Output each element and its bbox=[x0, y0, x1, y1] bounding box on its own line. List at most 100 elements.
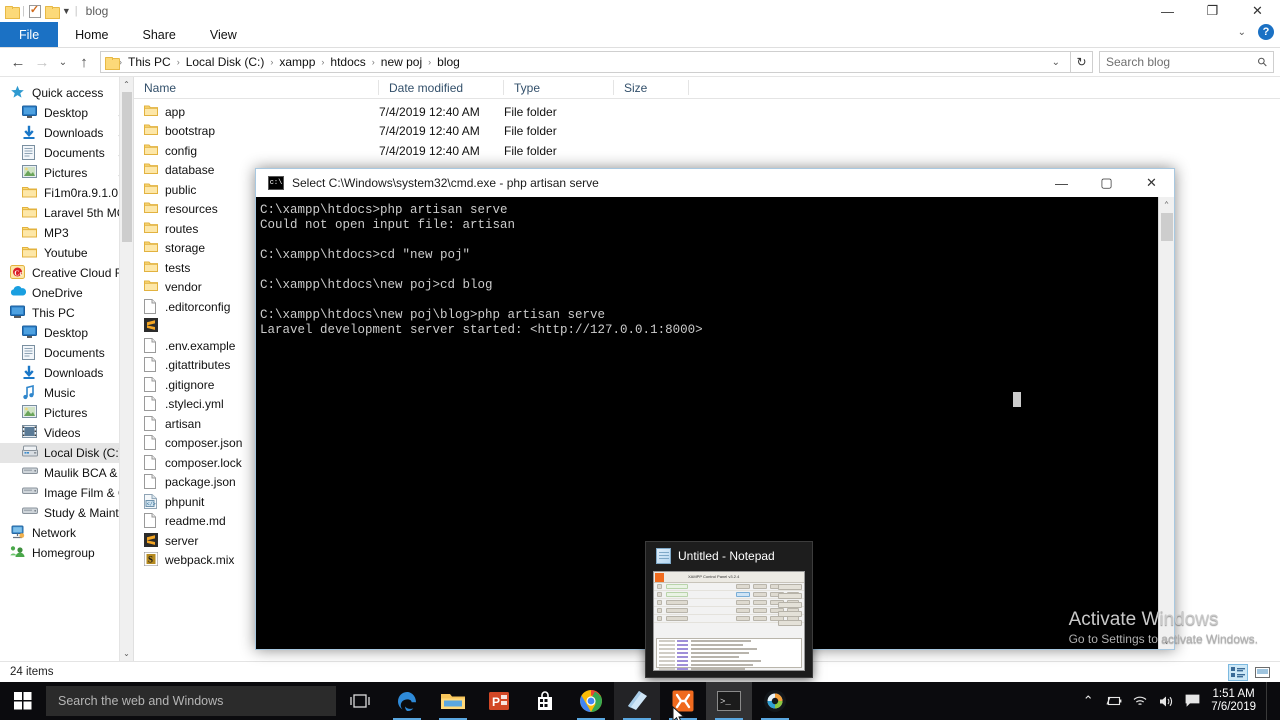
forward-button[interactable]: → bbox=[30, 50, 54, 74]
sidebar-item-image-film-ot[interactable]: Image Film & Ot bbox=[0, 483, 133, 503]
up-button[interactable]: ↑ bbox=[72, 50, 96, 74]
breadcrumb-item-new-poj[interactable]: new poj bbox=[376, 55, 427, 69]
column-header-name[interactable]: Name ⌃ bbox=[134, 77, 379, 99]
sidebar-item-downloads[interactable]: Downloads bbox=[0, 363, 133, 383]
cmd-minimize-button[interactable]: — bbox=[1039, 169, 1084, 197]
taskbar-item-notepad[interactable] bbox=[614, 682, 660, 720]
tab-file[interactable]: File bbox=[0, 22, 59, 47]
xampp-thumb-checkbox bbox=[657, 608, 662, 613]
volume-icon[interactable] bbox=[1153, 682, 1179, 720]
breadcrumb-item-this-pc[interactable]: This PC bbox=[123, 55, 176, 69]
xampp-thumb-action-button bbox=[753, 592, 767, 597]
taskbar-item-chrome[interactable] bbox=[568, 682, 614, 720]
folder-icon bbox=[144, 260, 158, 276]
xampp-thumb-action-button bbox=[736, 592, 750, 597]
sidebar-item-documents[interactable]: Documents⚲ bbox=[0, 143, 133, 163]
restore-button[interactable]: ❐ bbox=[1190, 0, 1235, 22]
taskbar-item-file-explorer[interactable] bbox=[430, 682, 476, 720]
back-button[interactable]: ← bbox=[6, 50, 30, 74]
sidebar-item-homegroup[interactable]: Homegroup bbox=[0, 543, 133, 563]
sidebar-item-music[interactable]: Music bbox=[0, 383, 133, 403]
properties-icon[interactable] bbox=[28, 3, 41, 18]
cmd-scroll-up-icon[interactable]: ⌃ bbox=[1159, 197, 1174, 213]
taskbar-item-command-prompt[interactable]: >_ bbox=[706, 682, 752, 720]
breadcrumb-item-htdocs[interactable]: htdocs bbox=[325, 55, 370, 69]
taskbar-item-store[interactable] bbox=[522, 682, 568, 720]
cmd-scroll-down-icon[interactable]: ⌄ bbox=[1159, 633, 1174, 649]
action-center-icon[interactable] bbox=[1179, 682, 1205, 720]
sidebar-item-downloads[interactable]: Downloads⚲ bbox=[0, 123, 133, 143]
cmd-scrollbar[interactable]: ⌃ ⌄ bbox=[1158, 197, 1174, 649]
sidebar-item-network[interactable]: Network bbox=[0, 523, 133, 543]
clock[interactable]: 1:51 AM 7/6/2019 bbox=[1205, 688, 1266, 714]
sidebar-item-creative-cloud-fil[interactable]: Cc Creative Cloud Fil bbox=[0, 263, 133, 283]
column-header-date[interactable]: Date modified bbox=[379, 77, 504, 99]
search-input[interactable]: Search blog ⚲ bbox=[1099, 51, 1274, 73]
breadcrumb-item-local-disk[interactable]: Local Disk (C:) bbox=[181, 55, 270, 69]
sidebar-item-youtube[interactable]: Youtube bbox=[0, 243, 133, 263]
start-icon[interactable] bbox=[0, 682, 46, 720]
wifi-icon[interactable] bbox=[1127, 682, 1153, 720]
recent-locations-icon[interactable]: ⌄ bbox=[54, 50, 72, 74]
cmd-maximize-button[interactable]: ▢ bbox=[1084, 169, 1129, 197]
tab-share[interactable]: Share bbox=[126, 22, 193, 47]
close-button[interactable]: ✕ bbox=[1235, 0, 1280, 22]
sidebar-item-label: Homegroup bbox=[32, 546, 95, 560]
file-icon bbox=[144, 435, 158, 451]
search-placeholder: Search blog bbox=[1106, 55, 1171, 69]
taskbar-item-xampp[interactable] bbox=[660, 682, 706, 720]
cmd-close-button[interactable]: ✕ bbox=[1129, 169, 1174, 197]
task-view-icon[interactable] bbox=[336, 682, 384, 720]
cmd-window-title: Select C:\Windows\system32\cmd.exe - php… bbox=[292, 176, 599, 190]
tab-home[interactable]: Home bbox=[58, 22, 125, 47]
sidebar-item-pictures[interactable]: Pictures⚲ bbox=[0, 163, 133, 183]
column-header-size[interactable]: Size bbox=[614, 77, 689, 99]
tray-chevron-up-icon[interactable]: ⌃ bbox=[1075, 682, 1101, 720]
sidebar-item-mp3[interactable]: MP3 bbox=[0, 223, 133, 243]
battery-icon[interactable] bbox=[1101, 682, 1127, 720]
taskbar-item-camtasia[interactable] bbox=[752, 682, 798, 720]
breadcrumb[interactable]: › This PC › Local Disk (C:) › xampp › ht… bbox=[100, 51, 1071, 73]
details-view-icon[interactable] bbox=[1228, 664, 1248, 681]
taskbar-thumbnail-preview[interactable]: Untitled - Notepad XAMPP Control Panel v… bbox=[645, 541, 813, 678]
taskbar-search-input[interactable]: Search the web and Windows bbox=[46, 686, 336, 716]
sidebar-item-fi1m0ra-9-1-0-11[interactable]: Fi1m0ra.9.1.0.11| bbox=[0, 183, 133, 203]
sidebar-item-videos[interactable]: Videos bbox=[0, 423, 133, 443]
chevron-down-icon[interactable]: ⌄ bbox=[1238, 27, 1246, 38]
nav-scroll-down-icon[interactable]: ⌄ bbox=[120, 646, 133, 661]
nav-scroll-up-icon[interactable]: ⌃ bbox=[120, 77, 133, 92]
nav-scroll-thumb[interactable] bbox=[122, 92, 132, 242]
breadcrumb-item-blog[interactable]: blog bbox=[432, 55, 465, 69]
table-row[interactable]: app 7/4/2019 12:40 AM File folder bbox=[134, 102, 1280, 122]
sidebar-item-this-pc[interactable]: This PC bbox=[0, 303, 133, 323]
sidebar-item-study-maintai[interactable]: Study & Maintai bbox=[0, 503, 133, 523]
sidebar-item-quick-access[interactable]: Quick access bbox=[0, 83, 133, 103]
refresh-button[interactable]: ↻ bbox=[1071, 51, 1093, 73]
new-folder-icon[interactable] bbox=[44, 5, 60, 19]
sidebar-item-laravel-5th-mca[interactable]: Laravel 5th MCA bbox=[0, 203, 133, 223]
show-desktop-button[interactable] bbox=[1266, 682, 1272, 720]
table-row[interactable]: config 7/4/2019 12:40 AM File folder bbox=[134, 141, 1280, 161]
table-row[interactable]: bootstrap 7/4/2019 12:40 AM File folder bbox=[134, 122, 1280, 142]
sidebar-item-onedrive[interactable]: OneDrive bbox=[0, 283, 133, 303]
sidebar-item-desktop[interactable]: Desktop bbox=[0, 323, 133, 343]
sidebar-item-pictures[interactable]: Pictures bbox=[0, 403, 133, 423]
minimize-button[interactable]: — bbox=[1145, 0, 1190, 22]
folder-icon bbox=[144, 123, 158, 139]
taskbar-item-edge[interactable] bbox=[384, 682, 430, 720]
column-header-type[interactable]: Type bbox=[504, 77, 614, 99]
large-icons-view-icon[interactable] bbox=[1252, 664, 1272, 681]
tab-view[interactable]: View bbox=[193, 22, 254, 47]
sidebar-item-maulik-bca-m[interactable]: Maulik BCA & M bbox=[0, 463, 133, 483]
nav-scrollbar[interactable]: ⌃ ⌄ bbox=[119, 77, 133, 661]
customize-dropdown-icon[interactable]: ▼ bbox=[62, 6, 71, 16]
breadcrumb-dropdown-icon[interactable]: ⌄ bbox=[1046, 57, 1066, 68]
cmd-scroll-thumb[interactable] bbox=[1161, 213, 1173, 241]
breadcrumb-item-xampp[interactable]: xampp bbox=[274, 55, 320, 69]
sidebar-item-documents[interactable]: Documents bbox=[0, 343, 133, 363]
sidebar-item-local-disk-c[interactable]: Local Disk (C:) bbox=[0, 443, 133, 463]
folder-icon[interactable] bbox=[5, 5, 20, 19]
sidebar-item-desktop[interactable]: Desktop⚲ bbox=[0, 103, 133, 123]
help-icon[interactable]: ? bbox=[1258, 24, 1274, 40]
taskbar-item-powerpoint[interactable]: P bbox=[476, 682, 522, 720]
